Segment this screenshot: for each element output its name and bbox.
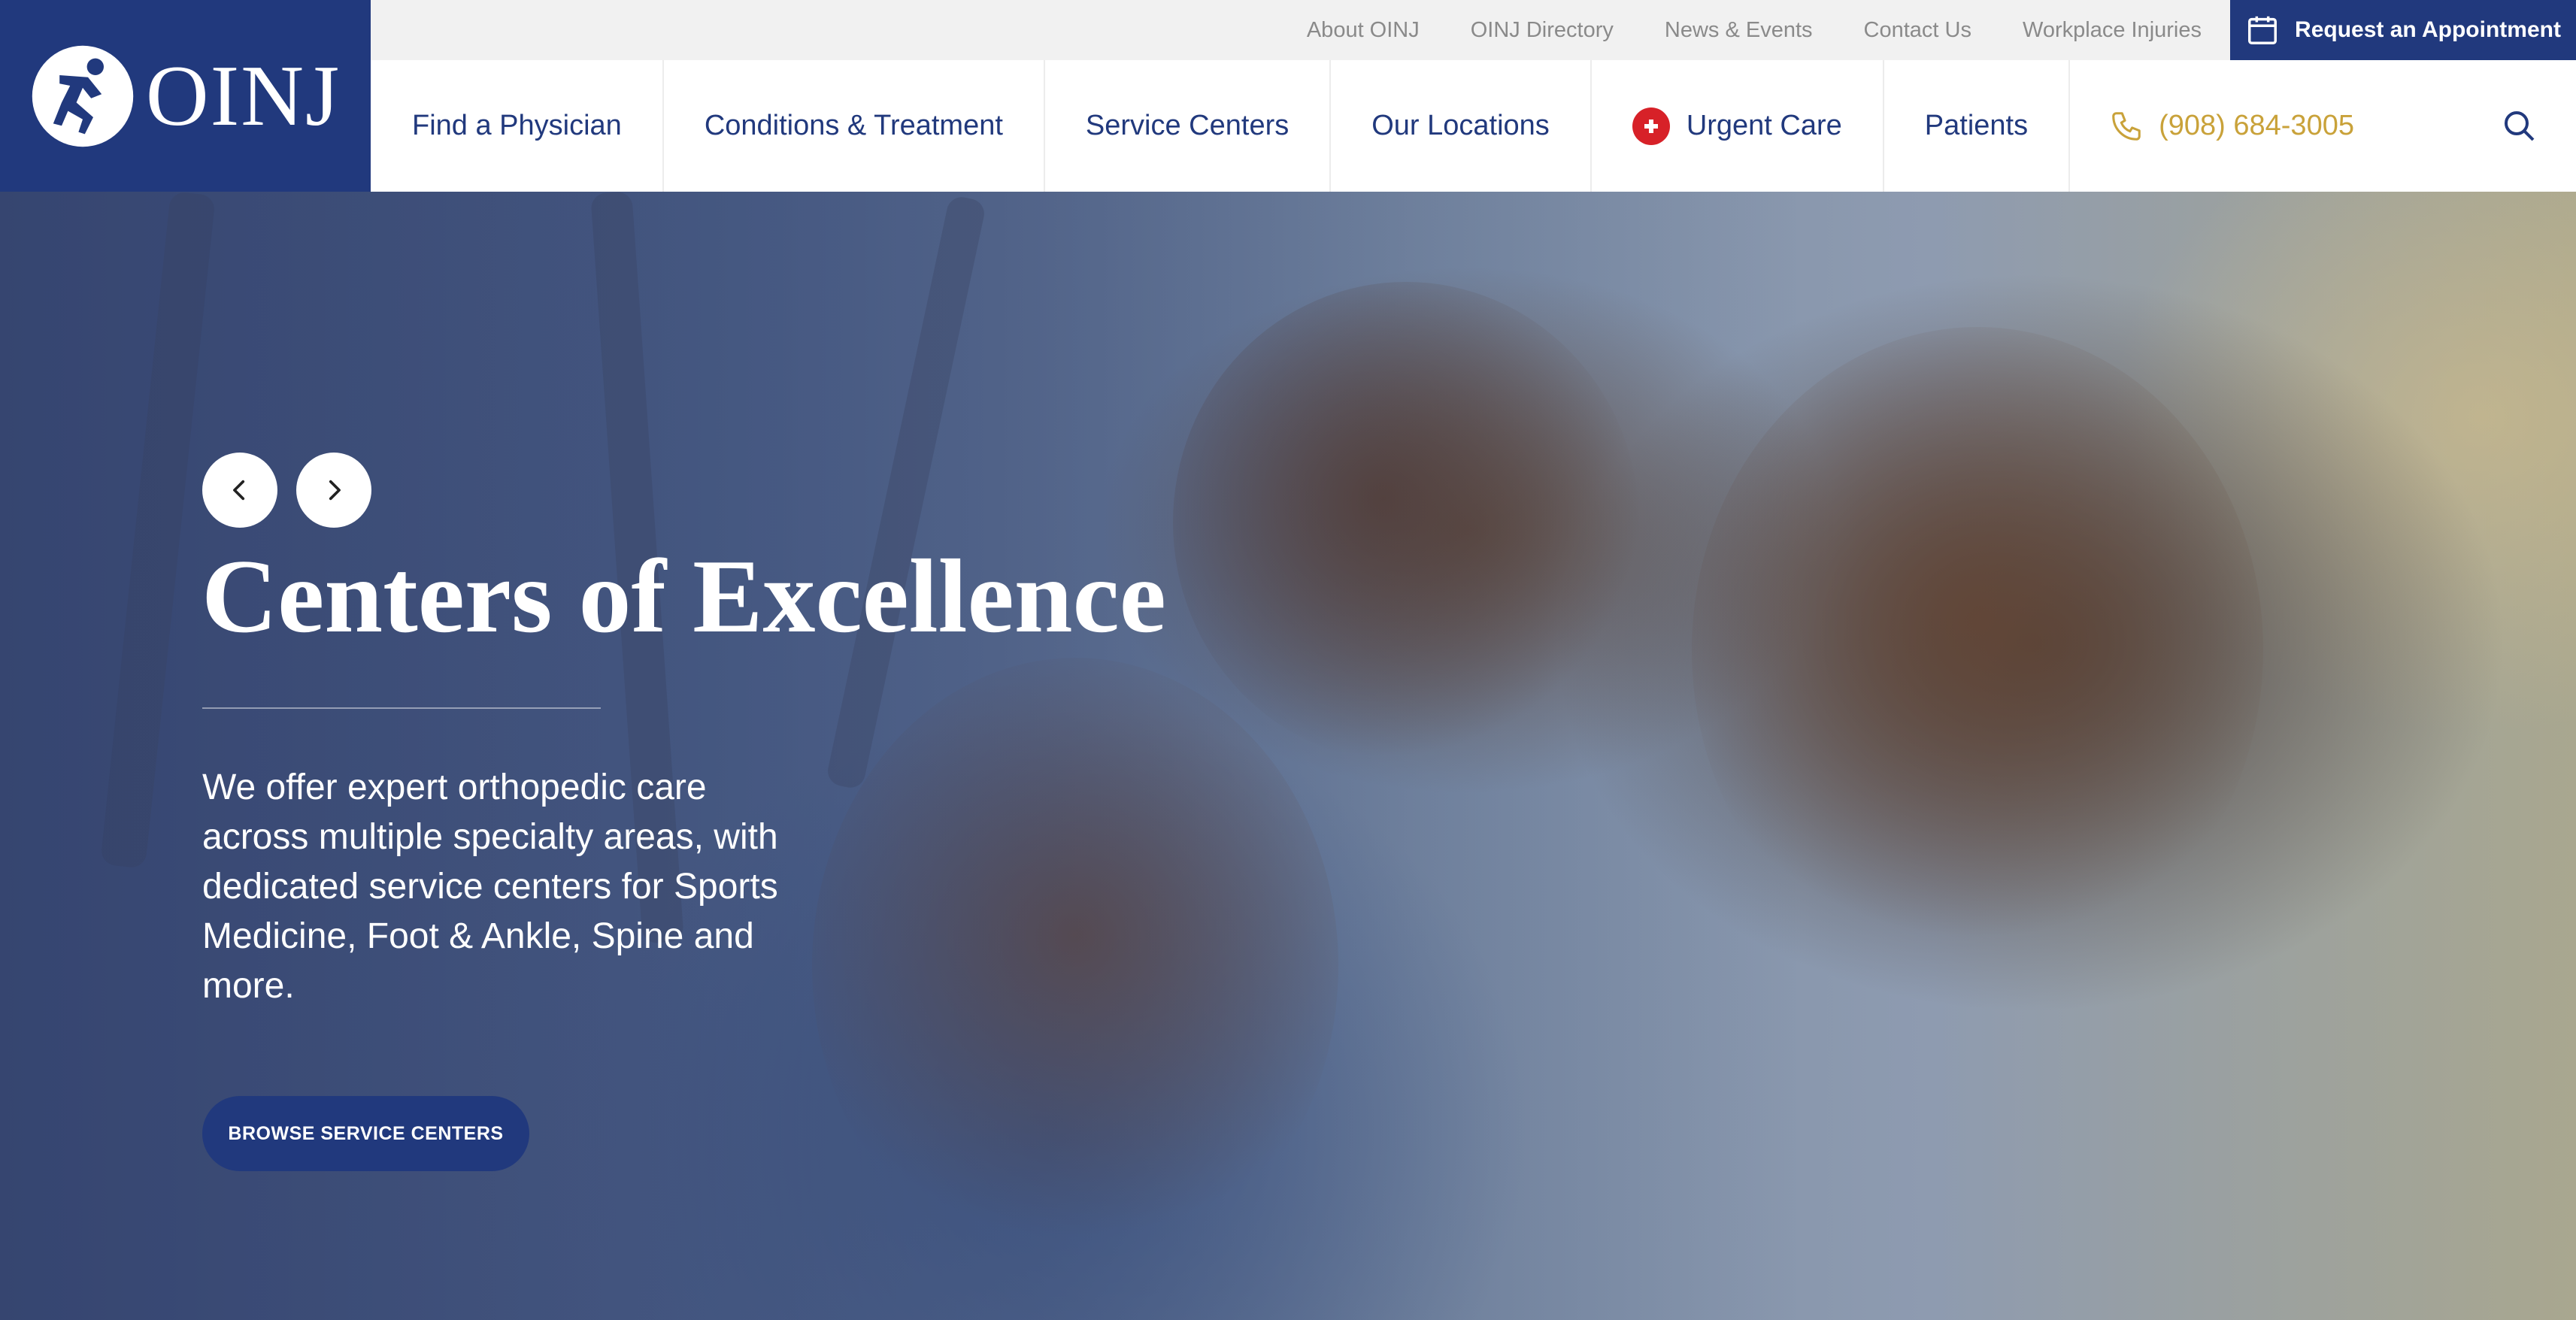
nav-item-label: Find a Physician: [412, 110, 622, 141]
nav-item-label: Service Centers: [1085, 110, 1290, 141]
utility-link-about[interactable]: About OINJ: [1307, 18, 1420, 43]
slider-prev-button[interactable]: [202, 453, 277, 528]
utility-link-directory[interactable]: OINJ Directory: [1471, 18, 1614, 43]
hero-banner: Centers of Excellence We offer expert or…: [0, 192, 2576, 1320]
oinj-logo-icon: [32, 45, 134, 147]
nav-item-our-locations[interactable]: Our Locations: [1331, 60, 1592, 192]
request-appointment-button[interactable]: Request an Appointment: [2230, 0, 2576, 60]
nav-item-label: Urgent Care: [1686, 110, 1842, 141]
utility-bar: About OINJ OINJ Directory News & Events …: [371, 0, 2576, 60]
chevron-right-icon: [329, 480, 341, 501]
logo-text: OINJ: [145, 47, 341, 144]
urgent-care-plus-icon: [1632, 107, 1670, 145]
hero-title: Centers of Excellence: [202, 538, 1166, 655]
nav-item-conditions-treatment[interactable]: Conditions & Treatment: [664, 60, 1045, 192]
hero-divider: [202, 707, 601, 709]
nav-item-label: Conditions & Treatment: [704, 110, 1003, 141]
hero-description: We offer expert orthopedic care across m…: [202, 767, 778, 1006]
utility-links: About OINJ OINJ Directory News & Events …: [1307, 0, 2230, 60]
nav-item-label: Our Locations: [1371, 110, 1550, 141]
nav-item-label: Patients: [1924, 110, 2029, 141]
chevron-left-icon: [233, 480, 245, 501]
utility-link-contact[interactable]: Contact Us: [1864, 18, 1971, 43]
search-icon: [2505, 111, 2535, 141]
main-nav: Find a Physician Conditions & Treatment …: [371, 60, 2576, 192]
search-button[interactable]: [2463, 60, 2576, 192]
nav-item-urgent-care[interactable]: Urgent Care: [1592, 60, 1884, 192]
nav-phone-link[interactable]: (908) 684-3005: [2070, 60, 2354, 192]
nav-item-patients[interactable]: Patients: [1884, 60, 2071, 192]
oinj-logo[interactable]: OINJ: [0, 0, 371, 192]
phone-number: (908) 684-3005: [2159, 110, 2354, 141]
nav-item-service-centers[interactable]: Service Centers: [1045, 60, 1332, 192]
nav-item-find-physician[interactable]: Find a Physician: [371, 60, 664, 192]
utility-link-workplace-injuries[interactable]: Workplace Injuries: [2023, 18, 2202, 43]
slider-next-button[interactable]: [296, 453, 371, 528]
utility-link-news-events[interactable]: News & Events: [1665, 18, 1813, 43]
request-appointment-label: Request an Appointment: [2295, 17, 2561, 42]
phone-icon: [2112, 111, 2141, 141]
browse-service-centers-button[interactable]: BROWSE SERVICE CENTERS: [202, 1096, 529, 1171]
browse-service-centers-label: BROWSE SERVICE CENTERS: [228, 1122, 504, 1144]
calendar-icon: [2248, 16, 2277, 44]
